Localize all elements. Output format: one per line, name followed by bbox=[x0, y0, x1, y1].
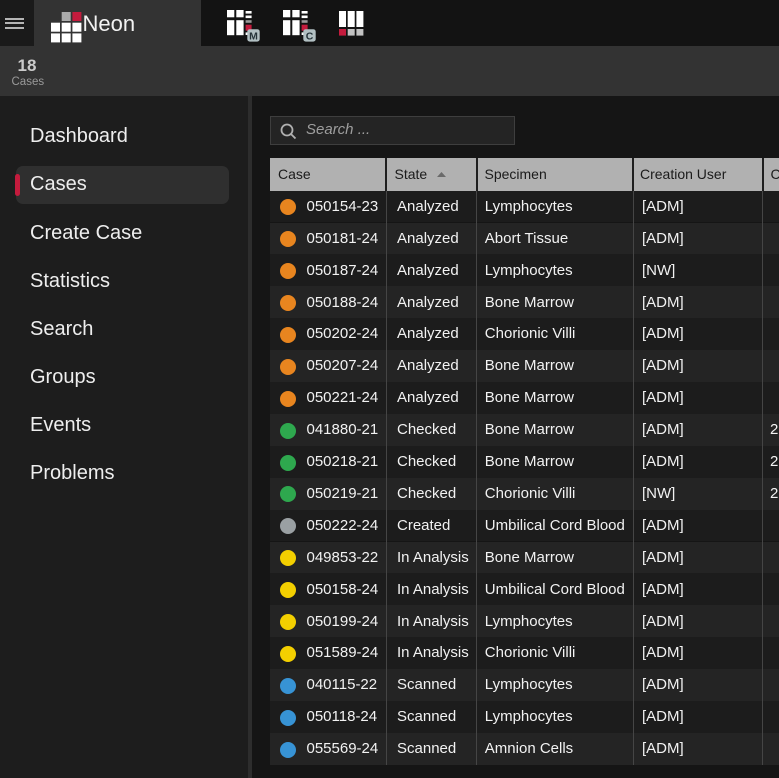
svg-text:C: C bbox=[306, 30, 314, 42]
svg-text:M: M bbox=[249, 30, 258, 42]
